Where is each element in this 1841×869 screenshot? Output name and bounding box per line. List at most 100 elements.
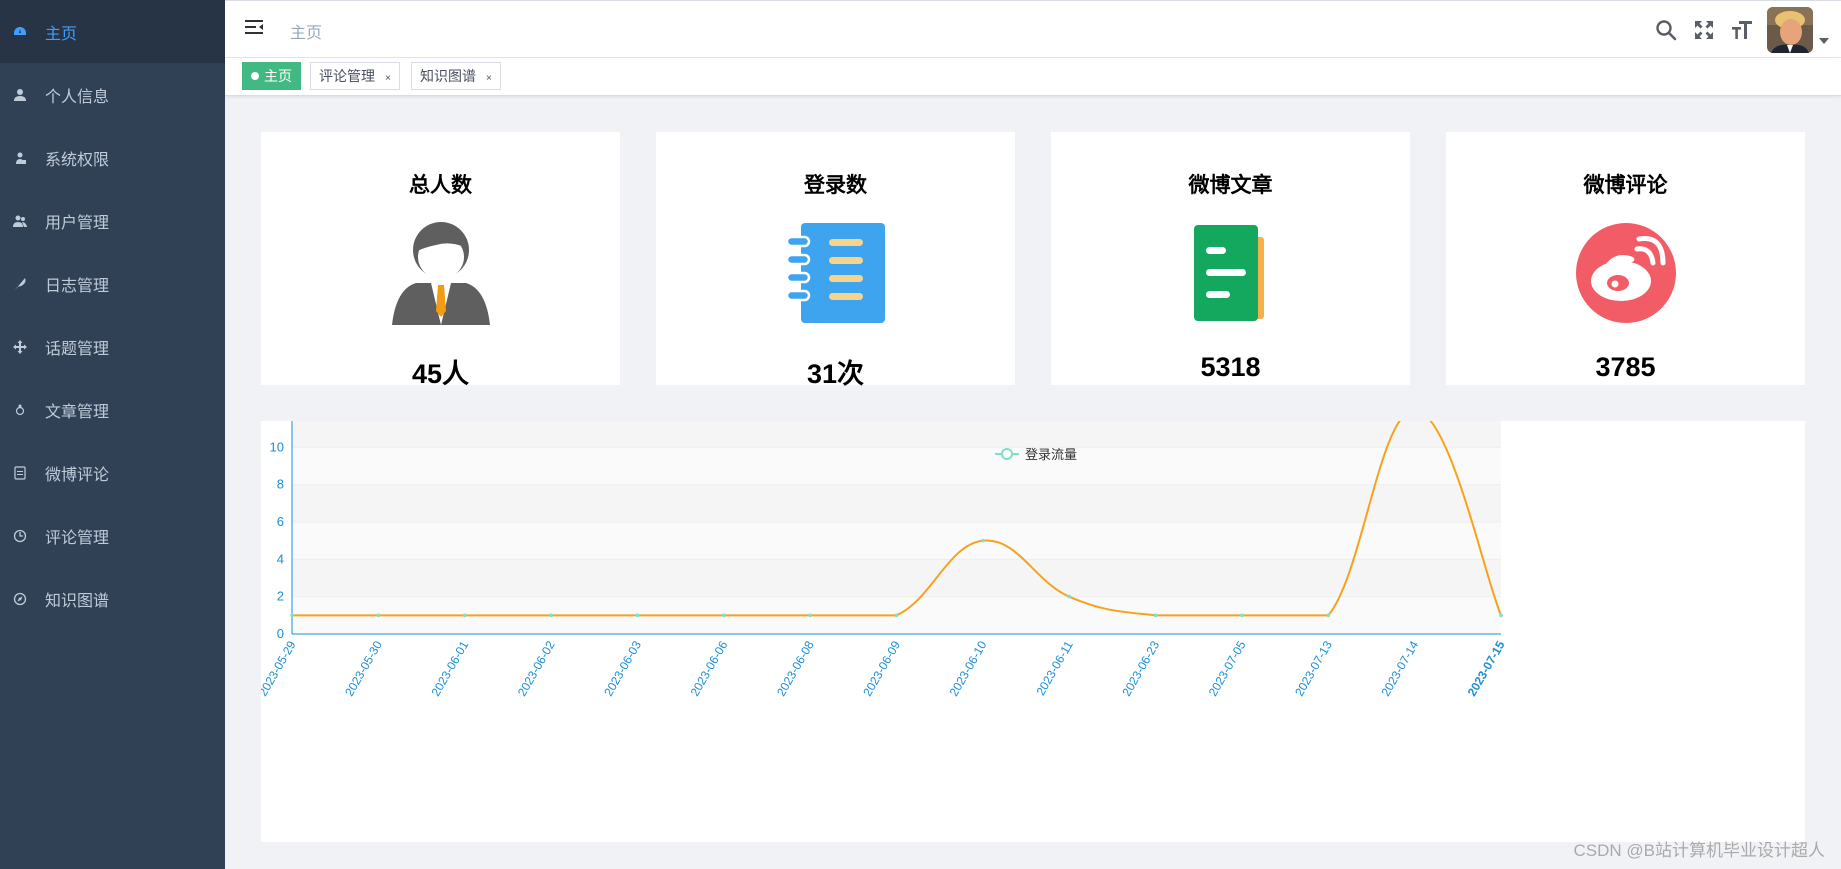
sidebar-item-label: 系统权限	[45, 151, 110, 169]
article-icon	[1176, 217, 1286, 327]
dashboard-icon	[12, 24, 28, 40]
chevron-down-icon[interactable]	[1819, 38, 1829, 44]
stat-value: 31次	[806, 359, 865, 389]
data-point	[290, 613, 294, 618]
stat-title: 总人数	[409, 174, 472, 197]
sidebar-item-label: 话题管理	[45, 340, 110, 358]
legend-marker	[1001, 448, 1013, 460]
sidebar-item-1[interactable]: 个人信息	[0, 63, 225, 126]
sidebar-item-2[interactable]: 系统权限	[0, 126, 225, 189]
sidebar-item-4[interactable]: 日志管理	[0, 252, 225, 315]
data-point	[1499, 613, 1503, 618]
stat-title: 微博评论	[1583, 174, 1668, 197]
notebook-icon	[781, 217, 891, 327]
sidebar-item-3[interactable]: 用户管理	[0, 189, 225, 252]
sidebar-item-0[interactable]: 主页	[0, 0, 225, 63]
x-tick-label: 2023-05-30	[342, 638, 385, 698]
peoples-icon	[12, 213, 28, 229]
grid-band	[292, 522, 1501, 560]
y-tick-label: 8	[277, 477, 284, 492]
stat-title: 登录数	[804, 174, 867, 197]
data-point	[1326, 613, 1331, 618]
grid-band	[292, 559, 1501, 597]
tag-comment-management[interactable]: 评论管理 ×	[310, 62, 400, 90]
sidebar-item-8[interactable]: 评论管理	[0, 504, 225, 567]
breadcrumb[interactable]: 主页	[290, 19, 322, 43]
x-tick-label: 2023-06-03	[601, 638, 644, 698]
x-tick-label: 2023-06-23	[1119, 638, 1162, 698]
sidebar-item-label: 用户管理	[45, 214, 110, 232]
fullscreen-icon[interactable]	[1691, 17, 1717, 43]
y-tick-label: 2	[277, 589, 284, 604]
data-point	[1067, 594, 1072, 599]
x-tick-label: 2023-06-11	[1033, 638, 1076, 698]
sidebar-item-label: 个人信息	[45, 88, 110, 106]
grid-band	[292, 447, 1501, 485]
data-point	[721, 613, 726, 618]
sidebar-item-label: 文章管理	[45, 403, 110, 421]
data-point	[1153, 613, 1158, 618]
grid-band	[292, 421, 1501, 448]
sidebar-item-6[interactable]: 文章管理	[0, 378, 225, 441]
bug-icon	[12, 402, 28, 418]
stat-value: 3785	[1595, 352, 1656, 382]
font-size-icon[interactable]	[1729, 17, 1755, 43]
x-tick-label: 2023-06-10	[947, 638, 990, 698]
search-icon[interactable]	[1653, 17, 1679, 43]
navbar: 主页	[225, 0, 1841, 58]
data-point	[894, 613, 899, 618]
sidebar-item-9[interactable]: 知识图谱	[0, 567, 225, 630]
tag-label: 评论管理	[319, 68, 375, 84]
x-tick-label: 2023-07-14	[1378, 638, 1421, 698]
sidebar-item-5[interactable]: 话题管理	[0, 315, 225, 378]
compass-icon	[12, 591, 28, 607]
clock-icon	[12, 528, 28, 544]
hamburger-icon[interactable]	[243, 16, 265, 38]
legend-label: 登录流量	[1025, 447, 1077, 462]
grid-band	[292, 484, 1501, 522]
tag-home[interactable]: 主页	[242, 62, 301, 90]
stat-value: 45人	[411, 359, 470, 389]
stat-title: 微博文章	[1188, 174, 1273, 197]
data-point	[1240, 613, 1244, 618]
x-tick-label: 2023-07-05	[1206, 638, 1249, 698]
close-icon[interactable]: ×	[385, 73, 391, 84]
document-icon	[12, 465, 28, 481]
permission-icon	[12, 150, 28, 166]
y-tick-label: 10	[270, 439, 284, 454]
navbar-right-menu	[1641, 7, 1829, 53]
x-tick-label: 2023-06-02	[515, 638, 558, 698]
x-tick-label: 2023-06-09	[860, 638, 903, 698]
tags-view: 主页 评论管理 × 知识图谱 ×	[225, 58, 1841, 96]
data-point	[462, 613, 467, 618]
data-point	[635, 613, 640, 618]
sidebar-item-7[interactable]: 微博评论	[0, 441, 225, 504]
tag-label: 知识图谱	[420, 68, 476, 84]
data-point	[981, 538, 985, 543]
sidebar-item-label: 知识图谱	[45, 592, 110, 610]
close-icon[interactable]: ×	[486, 73, 492, 84]
x-tick-label: 2023-06-06	[688, 638, 731, 698]
tag-knowledge-graph[interactable]: 知识图谱 ×	[411, 62, 501, 90]
stat-card-articles: 微博文章 5318	[1051, 132, 1410, 385]
avatar[interactable]	[1767, 7, 1813, 53]
tag-label: 主页	[264, 68, 292, 84]
data-point	[376, 613, 381, 618]
x-tick-label: 2023-05-29	[261, 638, 299, 698]
stat-card-total-users: 总人数 45人	[261, 132, 620, 389]
x-tick-label: 2023-07-15	[1465, 638, 1508, 698]
sidebar-item-label: 主页	[45, 25, 78, 43]
x-tick-label: 2023-07-13	[1292, 638, 1335, 698]
sidebar-item-label: 日志管理	[45, 277, 110, 295]
user-icon	[12, 87, 28, 103]
sidebar-item-label: 评论管理	[45, 529, 110, 547]
x-tick-label: 2023-06-08	[774, 638, 817, 698]
sidebar-item-label: 微博评论	[45, 466, 110, 484]
move-icon	[12, 339, 28, 355]
line-chart: 0246810122023-05-292023-05-302023-06-012…	[261, 421, 1508, 699]
stat-card-logins: 登录数 31次	[656, 132, 1015, 389]
watermark: CSDN @B站计算机毕业设计超人	[1573, 841, 1826, 860]
y-tick-label: 0	[277, 626, 284, 641]
active-dot-icon	[251, 72, 259, 80]
x-tick-label: 2023-06-01	[428, 638, 471, 698]
